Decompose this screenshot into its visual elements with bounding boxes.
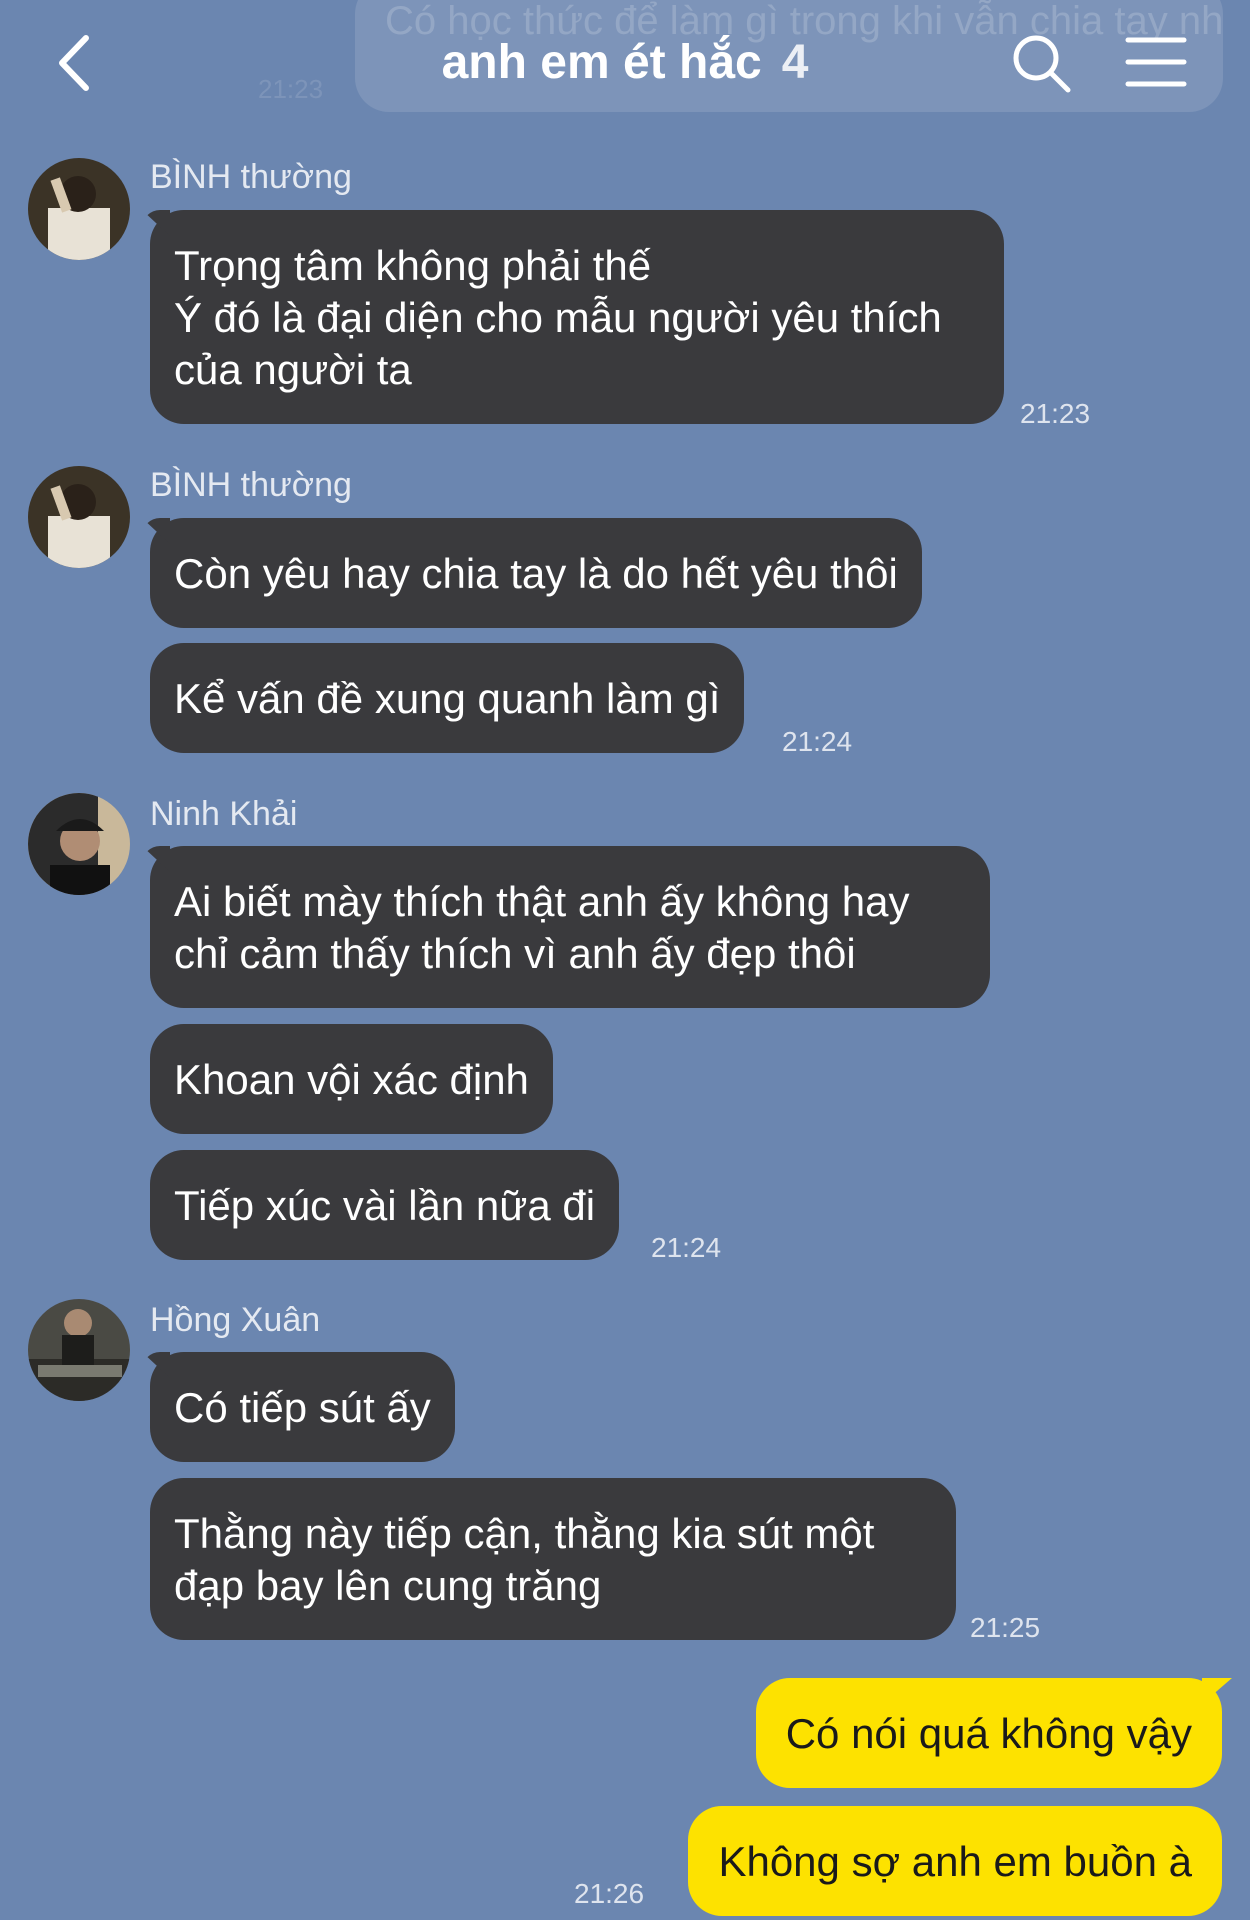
avatar-photo-icon: [28, 466, 130, 568]
message-time: 21:24: [651, 1232, 722, 1263]
message-bubble[interactable]: Khoan vội xác định: [150, 1024, 553, 1134]
avatar-ninh-khai[interactable]: [28, 793, 130, 895]
member-count: 4: [781, 36, 809, 89]
sender-name: Hồng Xuân: [150, 1301, 321, 1339]
message-bubble[interactable]: Tiếp xúc vài lần nữa đi: [150, 1150, 620, 1260]
message-time: 21:26: [574, 1878, 645, 1909]
sender-name: BÌNH thường: [150, 158, 352, 196]
message-time: 21:24: [782, 726, 853, 757]
message-bubble[interactable]: Trọng tâm không phải thế Ý đó là đại diệ…: [150, 210, 1004, 424]
search-icon: [1013, 35, 1071, 93]
avatar-photo-icon: [28, 793, 130, 895]
sender-name: BÌNH thường: [150, 466, 352, 504]
message-bubble[interactable]: Thằng này tiếp cận, thằng kia sút một đạ…: [150, 1478, 956, 1640]
message-time: 21:25: [970, 1612, 1041, 1643]
menu-button[interactable]: [1124, 34, 1188, 90]
sender-name: Ninh Khải: [150, 795, 298, 833]
avatar-photo-icon: [28, 1299, 130, 1401]
hamburger-menu-icon: [1125, 37, 1187, 87]
message-bubble[interactable]: Còn yêu hay chia tay là do hết yêu thôi: [150, 518, 922, 628]
avatar-binh-thuong[interactable]: [28, 158, 130, 260]
message-time: 21:23: [1020, 398, 1091, 429]
avatar-hong-xuan[interactable]: [28, 1299, 130, 1401]
chat-header: Có học thức để làm gì trong khi vẫn chia…: [0, 0, 1250, 130]
chat-screen: Có học thức để làm gì trong khi vẫn chia…: [0, 0, 1250, 1920]
avatar-binh-thuong[interactable]: [28, 466, 130, 568]
message-bubble[interactable]: Kể vấn đề xung quanh làm gì: [150, 643, 745, 753]
avatar-photo-icon: [28, 158, 130, 260]
message-bubble[interactable]: Ai biết mày thích thật anh ấy không hay …: [150, 846, 990, 1008]
chat-title-text: anh em ét hắc: [441, 36, 762, 89]
my-message-bubble[interactable]: Không sợ anh em buồn à: [688, 1806, 1222, 1916]
search-button[interactable]: [1008, 30, 1074, 96]
message-bubble[interactable]: Có tiếp sút ấy: [150, 1352, 455, 1462]
my-message-bubble[interactable]: Có nói quá không vậy: [755, 1678, 1222, 1788]
